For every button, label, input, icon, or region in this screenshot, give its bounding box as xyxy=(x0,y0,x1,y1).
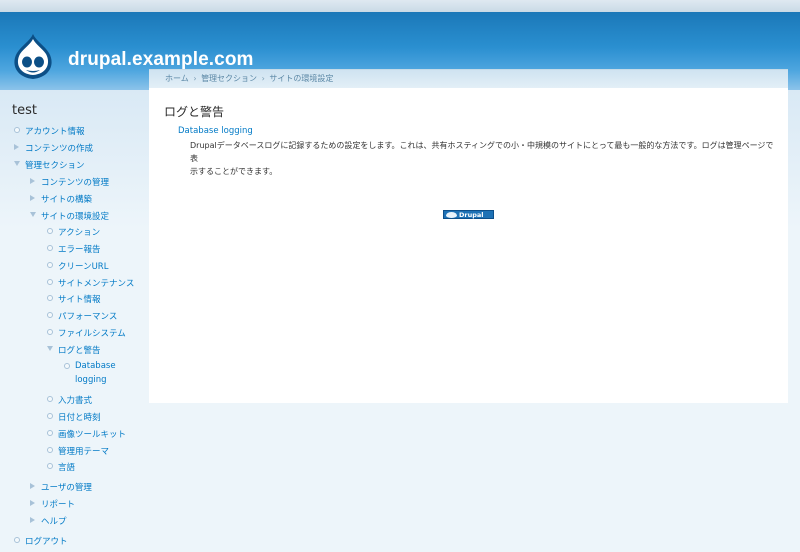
sidebar-item-label: アカウント情報 xyxy=(25,127,85,137)
sidebar-item-reports[interactable]: リポート xyxy=(30,498,76,512)
leaf-bullet-icon xyxy=(14,127,20,133)
sidebar-item-input-formats[interactable]: 入力書式 xyxy=(47,394,93,408)
leaf-bullet-icon xyxy=(47,329,53,335)
sidebar-item-site-building[interactable]: サイトの構築 xyxy=(30,193,93,207)
sidebar-item-create-content[interactable]: コンテンツの作成 xyxy=(14,142,94,156)
sidebar-item-label: アクション xyxy=(58,228,101,238)
sidebar-item-label: ユーザの管理 xyxy=(41,483,92,493)
sidebar-item-help[interactable]: ヘルプ xyxy=(30,515,67,529)
sidebar-item-admin-theme[interactable]: 管理用テーマ xyxy=(47,445,110,459)
leaf-bullet-icon xyxy=(47,295,53,301)
leaf-bullet-icon xyxy=(47,396,53,402)
sidebar-item-label: リポート xyxy=(41,500,76,510)
sidebar-item-database-logging-line2[interactable]: logging xyxy=(75,375,107,389)
main-content: ホーム › 管理セクション › サイトの環境設定 ログと警告 Database … xyxy=(149,69,788,403)
collapsed-bullet-icon xyxy=(30,178,36,184)
sidebar-item-performance[interactable]: パフォーマンス xyxy=(47,310,118,324)
sidebar-item-label: クリーンURL xyxy=(58,262,109,272)
sidebar-item-error-reporting[interactable]: エラー報告 xyxy=(47,243,101,257)
leaf-bullet-icon xyxy=(47,262,53,268)
page-title: ログと警告 xyxy=(164,105,225,119)
sidebar-item-label: ヘルプ xyxy=(41,517,67,527)
sidebar-item-site-information[interactable]: サイト情報 xyxy=(47,293,101,307)
collapsed-bullet-icon xyxy=(30,517,36,523)
sidebar-item-label: Database xyxy=(75,361,116,371)
expanded-bullet-icon xyxy=(47,346,53,352)
leaf-bullet-icon xyxy=(47,413,53,419)
sidebar-item-label: サイト情報 xyxy=(58,295,101,305)
sidebar-item-label: コンテンツの作成 xyxy=(25,144,94,154)
sidebar-item-image-toolkit[interactable]: 画像ツールキット xyxy=(47,428,127,442)
breadcrumb-home[interactable]: ホーム xyxy=(165,74,189,83)
expanded-bullet-icon xyxy=(14,161,20,167)
database-logging-description: Drupalデータベースログに記録するための設定をします。これは、共有ホスティン… xyxy=(190,139,780,178)
sidebar-item-account[interactable]: アカウント情報 xyxy=(14,125,85,139)
collapsed-bullet-icon xyxy=(14,144,20,150)
breadcrumb-bar: ホーム › 管理セクション › サイトの環境設定 xyxy=(149,70,788,88)
sidebar-item-language[interactable]: 言語 xyxy=(47,461,76,475)
sidebar-item-administer[interactable]: 管理セクション xyxy=(14,159,85,173)
sidebar-item-logging-and-alerts[interactable]: ログと警告 xyxy=(47,344,101,358)
sidebar-item-clean-urls[interactable]: クリーンURL xyxy=(47,260,109,274)
sidebar-item-label: サイトの構築 xyxy=(41,195,93,205)
sidebar-item-label: 入力書式 xyxy=(58,396,93,406)
sidebar-item-label: 画像ツールキット xyxy=(58,430,127,440)
leaf-bullet-icon xyxy=(47,463,53,469)
sidebar-item-label: サイトメンテナンス xyxy=(58,279,135,289)
sidebar-item-label: コンテンツの管理 xyxy=(41,178,110,188)
breadcrumb-separator: › xyxy=(193,74,197,83)
top-strip xyxy=(0,0,800,12)
leaf-bullet-icon xyxy=(47,447,53,453)
leaf-bullet-icon xyxy=(64,363,70,369)
leaf-bullet-icon xyxy=(47,279,53,285)
sidebar-item-label: サイトの環境設定 xyxy=(41,212,110,222)
sidebar-item-file-system[interactable]: ファイルシステム xyxy=(47,327,126,341)
sidebar-item-label: パフォーマンス xyxy=(58,312,118,322)
breadcrumb-site-configuration[interactable]: サイトの環境設定 xyxy=(269,74,333,83)
sidebar-item-label: ログと警告 xyxy=(58,346,101,356)
powered-by-drupal-badge[interactable]: Drupal xyxy=(443,210,494,219)
description-line: 示することができます。 xyxy=(190,167,278,176)
sidebar-item-label: logging xyxy=(75,375,107,385)
breadcrumb-separator: › xyxy=(261,74,265,83)
leaf-bullet-icon xyxy=(47,430,53,436)
sidebar-item-user-management[interactable]: ユーザの管理 xyxy=(30,481,92,495)
drupal-drop-icon xyxy=(446,212,457,218)
sidebar-item-site-configuration[interactable]: サイトの環境設定 xyxy=(30,210,110,224)
collapsed-bullet-icon xyxy=(30,483,36,489)
sidebar-item-label: ログアウト xyxy=(25,537,68,547)
sidebar-item-content-management[interactable]: コンテンツの管理 xyxy=(30,176,110,190)
powered-by-label: Drupal xyxy=(459,211,484,219)
leaf-bullet-icon xyxy=(47,245,53,251)
leaf-bullet-icon xyxy=(47,228,53,234)
sidebar-item-actions[interactable]: アクション xyxy=(47,226,101,240)
sidebar-title: test xyxy=(12,103,37,118)
sidebar-item-site-maintenance[interactable]: サイトメンテナンス xyxy=(47,277,135,291)
breadcrumb: ホーム › 管理セクション › サイトの環境設定 xyxy=(165,73,333,84)
sidebar-item-label: 日付と時刻 xyxy=(58,413,101,423)
description-line: Drupalデータベースログに記録するための設定をします。これは、共有ホスティン… xyxy=(190,141,774,163)
breadcrumb-administer[interactable]: 管理セクション xyxy=(201,74,257,83)
sidebar-item-label: 管理セクション xyxy=(25,161,85,171)
sidebar-item-label: エラー報告 xyxy=(58,245,101,255)
sidebar-item-label: 管理用テーマ xyxy=(58,447,110,457)
sidebar-item-logout[interactable]: ログアウト xyxy=(14,535,68,549)
database-logging-link[interactable]: Database logging xyxy=(178,126,253,136)
sidebar-item-label: ファイルシステム xyxy=(58,329,126,339)
site-name[interactable]: drupal.example.com xyxy=(68,49,254,71)
sidebar-item-date-and-time[interactable]: 日付と時刻 xyxy=(47,411,101,425)
drupal-logo-icon[interactable] xyxy=(12,33,54,81)
collapsed-bullet-icon xyxy=(30,500,36,506)
expanded-bullet-icon xyxy=(30,212,36,218)
sidebar-item-database-logging[interactable]: Database xyxy=(64,361,116,375)
leaf-bullet-icon xyxy=(47,312,53,318)
leaf-bullet-icon xyxy=(14,537,20,543)
collapsed-bullet-icon xyxy=(30,195,36,201)
sidebar-item-label: 言語 xyxy=(58,463,76,473)
